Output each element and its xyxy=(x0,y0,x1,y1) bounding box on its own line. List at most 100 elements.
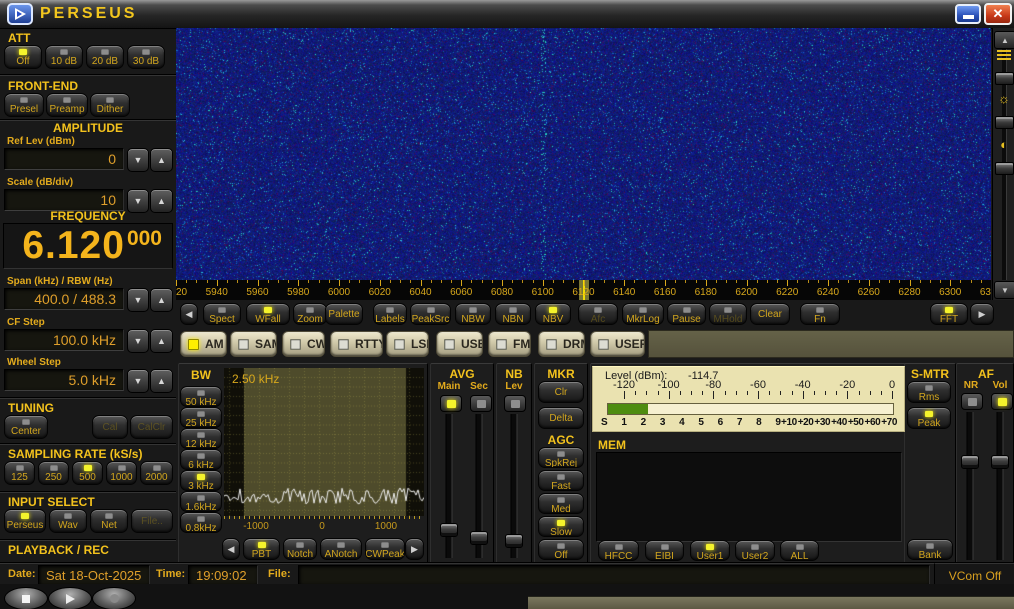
att-20-db-button[interactable]: 20 dB xyxy=(86,45,124,69)
input-perseus-button[interactable]: Perseus xyxy=(4,509,46,533)
mode-usb-button[interactable]: USB xyxy=(436,331,483,357)
mode-sam-button[interactable]: SAM xyxy=(230,331,277,357)
input-wav-button[interactable]: Wav xyxy=(49,509,87,533)
ref-lev-down-button[interactable]: ▼ xyxy=(127,148,149,172)
tuning-calclr-button[interactable]: CalClr xyxy=(130,415,173,439)
mode-cw-button[interactable]: CW xyxy=(282,331,325,357)
frontend-dither-button[interactable]: Dither xyxy=(90,93,130,117)
nb-lev-slider[interactable] xyxy=(505,414,523,558)
pbt-right-arrow-button[interactable]: ▶ xyxy=(405,538,424,560)
span-up-button[interactable]: ▲ xyxy=(150,288,173,312)
cf-step-field[interactable]: 100.0 kHz xyxy=(4,329,124,351)
af-nr-slider[interactable] xyxy=(961,412,979,560)
agc-slow-button[interactable]: Slow xyxy=(538,516,584,537)
ref-lev-up-button[interactable]: ▲ xyxy=(150,148,173,172)
sampling-500-button[interactable]: 500 xyxy=(72,461,103,485)
filter-passband-display[interactable] xyxy=(224,368,424,516)
pbt-pbt-button[interactable]: PBT xyxy=(243,538,280,560)
toolbar-nbw-button[interactable]: NBW xyxy=(455,303,491,325)
avg-sec-enable-button[interactable] xyxy=(470,395,492,412)
title-bar[interactable]: PERSEUS ✕ xyxy=(0,0,1014,29)
play-button[interactable] xyxy=(48,587,92,609)
memory-list[interactable] xyxy=(596,452,902,542)
contrast-slider-handle[interactable] xyxy=(995,162,1014,175)
bw-25-khz-button[interactable]: 25 kHz xyxy=(180,407,222,428)
mem-all-button[interactable]: ALL xyxy=(780,540,819,561)
af-nr-enable-button[interactable] xyxy=(961,393,983,410)
toolbar-labels-button[interactable]: Labels xyxy=(373,303,407,325)
frontend-preamp-button[interactable]: Preamp xyxy=(46,93,88,117)
tuning-center-button[interactable]: Center xyxy=(4,415,48,439)
toolbar-peaksrc-button[interactable]: PeakSrc xyxy=(410,303,451,325)
smtr-rms-button[interactable]: Rms xyxy=(907,381,951,403)
mode-fm-button[interactable]: FM xyxy=(488,331,531,357)
toolbar-fft-button[interactable]: FFT xyxy=(930,303,968,325)
slider-handle[interactable] xyxy=(505,534,523,548)
speed-slider-handle[interactable] xyxy=(995,72,1014,85)
input-net-button[interactable]: Net xyxy=(90,509,128,533)
mode-user-button[interactable]: USER xyxy=(590,331,645,357)
scale-field[interactable]: 10 xyxy=(4,189,124,211)
sampling-250-button[interactable]: 250 xyxy=(38,461,69,485)
toolbar-pause-button[interactable]: Pause xyxy=(667,303,706,325)
slider-handle[interactable] xyxy=(440,523,458,537)
toolbar-mhold-button[interactable]: MHold xyxy=(709,303,747,325)
mode-am-button[interactable]: AM xyxy=(180,331,227,357)
sampling-2000-button[interactable]: 2000 xyxy=(140,461,173,485)
af-vol-slider[interactable] xyxy=(991,412,1009,560)
frequency-scale[interactable]: 5920594059605980600060206040606060806100… xyxy=(176,280,991,300)
toolbar-afc-button[interactable]: Afc xyxy=(578,303,618,325)
pbt-anotch-button[interactable]: ANotch xyxy=(320,538,362,560)
bank-button[interactable]: Bank xyxy=(907,539,953,560)
record-button[interactable] xyxy=(92,587,136,609)
recording-progress-bar[interactable] xyxy=(528,596,1014,609)
bw-1-6khz-button[interactable]: 1.6kHz xyxy=(180,491,222,512)
agc-fast-button[interactable]: Fast xyxy=(538,470,584,491)
slider-handle[interactable] xyxy=(991,455,1009,469)
brightness-slider-handle[interactable] xyxy=(995,116,1014,129)
att-30-db-button[interactable]: 30 dB xyxy=(127,45,165,69)
mem-eibi-button[interactable]: EIBI xyxy=(645,540,684,561)
scroll-up-button[interactable]: ▲ xyxy=(994,31,1014,49)
wheel-step-down-button[interactable]: ▼ xyxy=(127,369,149,393)
frontend-presel-button[interactable]: Presel xyxy=(4,93,44,117)
wheel-step-field[interactable]: 5.0 kHz xyxy=(4,369,124,391)
stop-button[interactable] xyxy=(4,587,48,609)
bw-6-khz-button[interactable]: 6 kHz xyxy=(180,449,222,470)
agc-med-button[interactable]: Med xyxy=(538,493,584,514)
wheel-step-up-button[interactable]: ▲ xyxy=(150,369,173,393)
att-10-db-button[interactable]: 10 dB xyxy=(45,45,83,69)
avg-main-enable-button[interactable] xyxy=(440,395,462,412)
sampling-1000-button[interactable]: 1000 xyxy=(106,461,137,485)
mode-drm-button[interactable]: DRM xyxy=(538,331,585,357)
cf-step-down-button[interactable]: ▼ xyxy=(127,329,149,353)
mem-hfcc-button[interactable]: HFCC xyxy=(598,540,639,561)
mode-lsb-button[interactable]: LSB xyxy=(386,331,429,357)
af-vol-enable-button[interactable] xyxy=(991,393,1013,410)
waterfall-display[interactable] xyxy=(176,28,991,280)
close-button[interactable]: ✕ xyxy=(984,3,1012,25)
toolbar-spect-button[interactable]: Spect xyxy=(203,303,241,325)
toolbar-nbn-button[interactable]: NBN xyxy=(495,303,531,325)
slider-handle[interactable] xyxy=(961,455,979,469)
toolbar-clear-button[interactable]: Clear xyxy=(750,303,790,325)
tuning-cal-button[interactable]: Cal xyxy=(92,415,128,439)
toolbar-wfall-button[interactable]: WFall xyxy=(246,303,290,325)
mkr-clr-button[interactable]: Clr xyxy=(538,381,584,403)
agc-spkrej-button[interactable]: SpkRej xyxy=(538,447,584,468)
bw-0-8khz-button[interactable]: 0.8kHz xyxy=(180,512,222,533)
bw-50-khz-button[interactable]: 50 kHz xyxy=(180,386,222,407)
nb-lev-enable-button[interactable] xyxy=(504,395,526,412)
bw-12-khz-button[interactable]: 12 kHz xyxy=(180,428,222,449)
pbt-notch-button[interactable]: Notch xyxy=(283,538,317,560)
minimize-button[interactable] xyxy=(955,4,981,24)
scale-right-arrow-button[interactable]: ▶ xyxy=(970,303,994,325)
pbt-cwpeak-button[interactable]: CWPeak xyxy=(365,538,405,560)
mem-user1-button[interactable]: User1 xyxy=(690,540,730,561)
avg-sec-slider[interactable] xyxy=(470,414,488,558)
cf-step-up-button[interactable]: ▲ xyxy=(150,329,173,353)
span-rbw-field[interactable]: 400.0 / 488.3 xyxy=(4,288,124,310)
toolbar-fn-button[interactable]: Fn xyxy=(800,303,840,325)
bw-3-khz-button[interactable]: 3 kHz xyxy=(180,470,222,491)
smtr-peak-button[interactable]: Peak xyxy=(907,407,951,429)
